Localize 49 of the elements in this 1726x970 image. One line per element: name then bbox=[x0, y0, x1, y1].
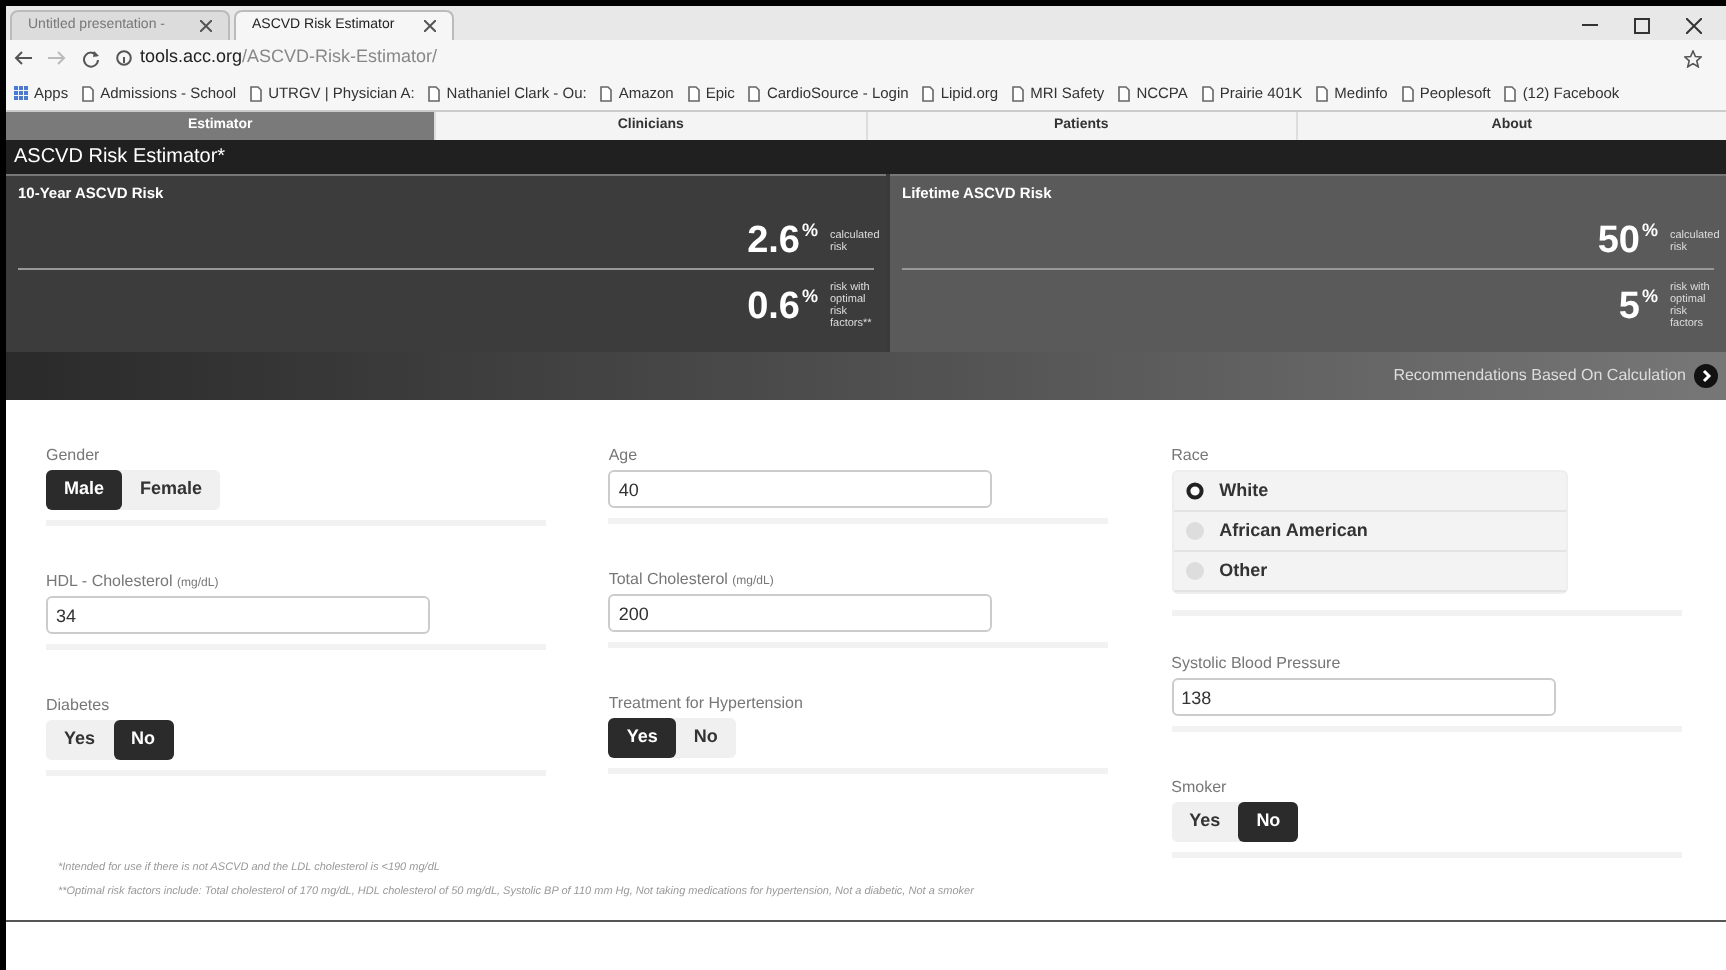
risk-value: 50% bbox=[1597, 222, 1658, 260]
field-label: Diabetes bbox=[46, 694, 112, 714]
toggle-option[interactable]: No bbox=[1238, 802, 1299, 842]
risk-value: 2.6% bbox=[747, 222, 818, 260]
grid-icon bbox=[14, 86, 28, 100]
radio-selected-icon bbox=[1185, 482, 1204, 500]
page-icon bbox=[1118, 85, 1131, 101]
input-field[interactable]: 40 bbox=[608, 470, 993, 508]
field-label: Systolic Blood Pressure bbox=[1171, 652, 1343, 672]
page-title: ASCVD Risk Estimator* bbox=[6, 140, 1726, 174]
page-icon bbox=[428, 85, 441, 101]
reload-icon[interactable] bbox=[82, 49, 100, 67]
page-icon bbox=[1504, 85, 1517, 101]
page-icon bbox=[922, 85, 935, 101]
maximize-icon[interactable] bbox=[1634, 18, 1650, 34]
risk-value: 0.6% bbox=[747, 287, 818, 325]
page-icon bbox=[1316, 85, 1329, 101]
info-icon[interactable] bbox=[116, 50, 132, 66]
toggle-option[interactable]: No bbox=[113, 720, 174, 760]
input-field[interactable]: 34 bbox=[46, 596, 430, 634]
page-icon bbox=[748, 85, 761, 101]
close-icon[interactable] bbox=[1686, 18, 1702, 34]
toggle-option[interactable]: Male bbox=[46, 470, 123, 510]
close-icon[interactable] bbox=[200, 20, 212, 32]
field-label: Age bbox=[608, 444, 640, 464]
radio-option[interactable]: White bbox=[1173, 472, 1566, 512]
page-icon bbox=[82, 85, 95, 101]
page-icon bbox=[250, 85, 263, 101]
risk-value: 5% bbox=[1618, 287, 1658, 325]
radio-option[interactable]: African American bbox=[1173, 512, 1566, 552]
input-field[interactable]: 200 bbox=[608, 594, 993, 632]
page-icon bbox=[1401, 85, 1414, 101]
radio-option[interactable]: Other bbox=[1173, 552, 1566, 592]
field-label: Race bbox=[1171, 444, 1211, 464]
minimize-icon[interactable] bbox=[1582, 24, 1598, 28]
back-icon[interactable] bbox=[14, 50, 32, 66]
chevron-icon bbox=[1694, 364, 1718, 388]
field-label: Gender bbox=[46, 444, 102, 464]
page-icon bbox=[600, 85, 613, 101]
close-icon[interactable] bbox=[424, 20, 436, 32]
star-icon[interactable] bbox=[1684, 49, 1702, 67]
input-field[interactable]: 138 bbox=[1171, 678, 1556, 716]
field-label: Treatment for Hypertension bbox=[608, 692, 805, 712]
toggle-option[interactable]: Yes bbox=[608, 718, 676, 758]
recommendation-bar[interactable]: Recommendations Based On Calculation bbox=[6, 352, 1726, 400]
page-icon bbox=[687, 85, 700, 101]
field-label: Smoker bbox=[1171, 776, 1229, 796]
page-icon bbox=[1201, 85, 1214, 101]
page-icon bbox=[1012, 85, 1025, 101]
